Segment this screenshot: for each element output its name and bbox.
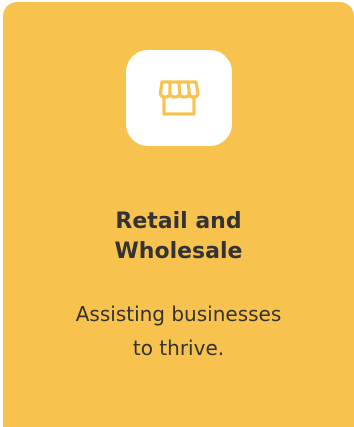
card-title-line-1: Retail and [115,209,242,234]
service-card: Retail and Wholesale Assisting businesse… [3,2,354,427]
card-title: Retail and Wholesale [3,207,354,267]
storefront-icon [154,73,204,123]
card-description-line-2: to thrive. [132,336,225,360]
card-description: Assisting businesses to thrive. [3,297,354,365]
card-title-line-2: Wholesale [114,239,243,264]
icon-tile [126,50,232,146]
card-description-line-1: Assisting businesses [75,302,282,326]
